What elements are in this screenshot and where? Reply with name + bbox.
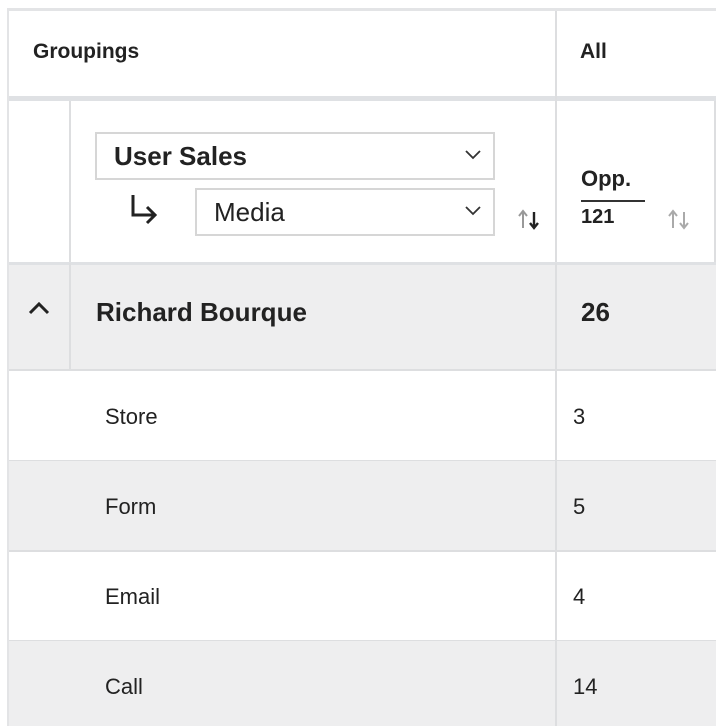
metric-label[interactable]: Opp.: [581, 166, 631, 192]
header-bottom-border: [9, 262, 716, 265]
column-divider-main: [555, 370, 557, 726]
sort-icon[interactable]: [515, 208, 543, 232]
sort-icon[interactable]: [665, 208, 693, 232]
collapse-caret-icon[interactable]: [25, 299, 53, 317]
row-label: Email: [105, 584, 161, 609]
row-value: 3: [573, 404, 586, 429]
chevron-down-icon: [465, 206, 481, 216]
column-all-header: All: [580, 40, 607, 63]
row-label: Form: [105, 494, 157, 519]
header-separator: [9, 96, 716, 101]
secondary-grouping-select[interactable]: Media: [195, 188, 495, 236]
metric-underline: [581, 200, 645, 202]
subgroup-arrow-icon: [131, 195, 158, 225]
group-name: Richard Bourque: [96, 297, 307, 327]
column-divider-main: [555, 263, 557, 370]
row-value: 4: [573, 584, 586, 609]
chevron-down-icon: [465, 150, 481, 160]
column-divider-indent: [69, 263, 71, 370]
row-label: Store: [105, 404, 158, 429]
table-row[interactable]: Store 3: [9, 371, 716, 461]
table-row[interactable]: Email 4: [9, 551, 716, 641]
row-value: 14: [573, 674, 598, 699]
row-value: 5: [573, 494, 586, 519]
secondary-grouping-value: Media: [214, 196, 285, 227]
table-row[interactable]: Call 14: [9, 641, 716, 726]
group-count: 26: [581, 297, 610, 327]
primary-grouping-select[interactable]: User Sales: [95, 132, 495, 180]
table-row[interactable]: Form 5: [9, 461, 716, 551]
metric-total: 121: [581, 206, 615, 228]
groupings-header: Groupings: [33, 40, 140, 63]
row-label: Call: [105, 674, 143, 699]
primary-grouping-value: User Sales: [114, 140, 247, 171]
groupings-table: Groupings All User Sales Media Opp. 121: [7, 8, 716, 726]
